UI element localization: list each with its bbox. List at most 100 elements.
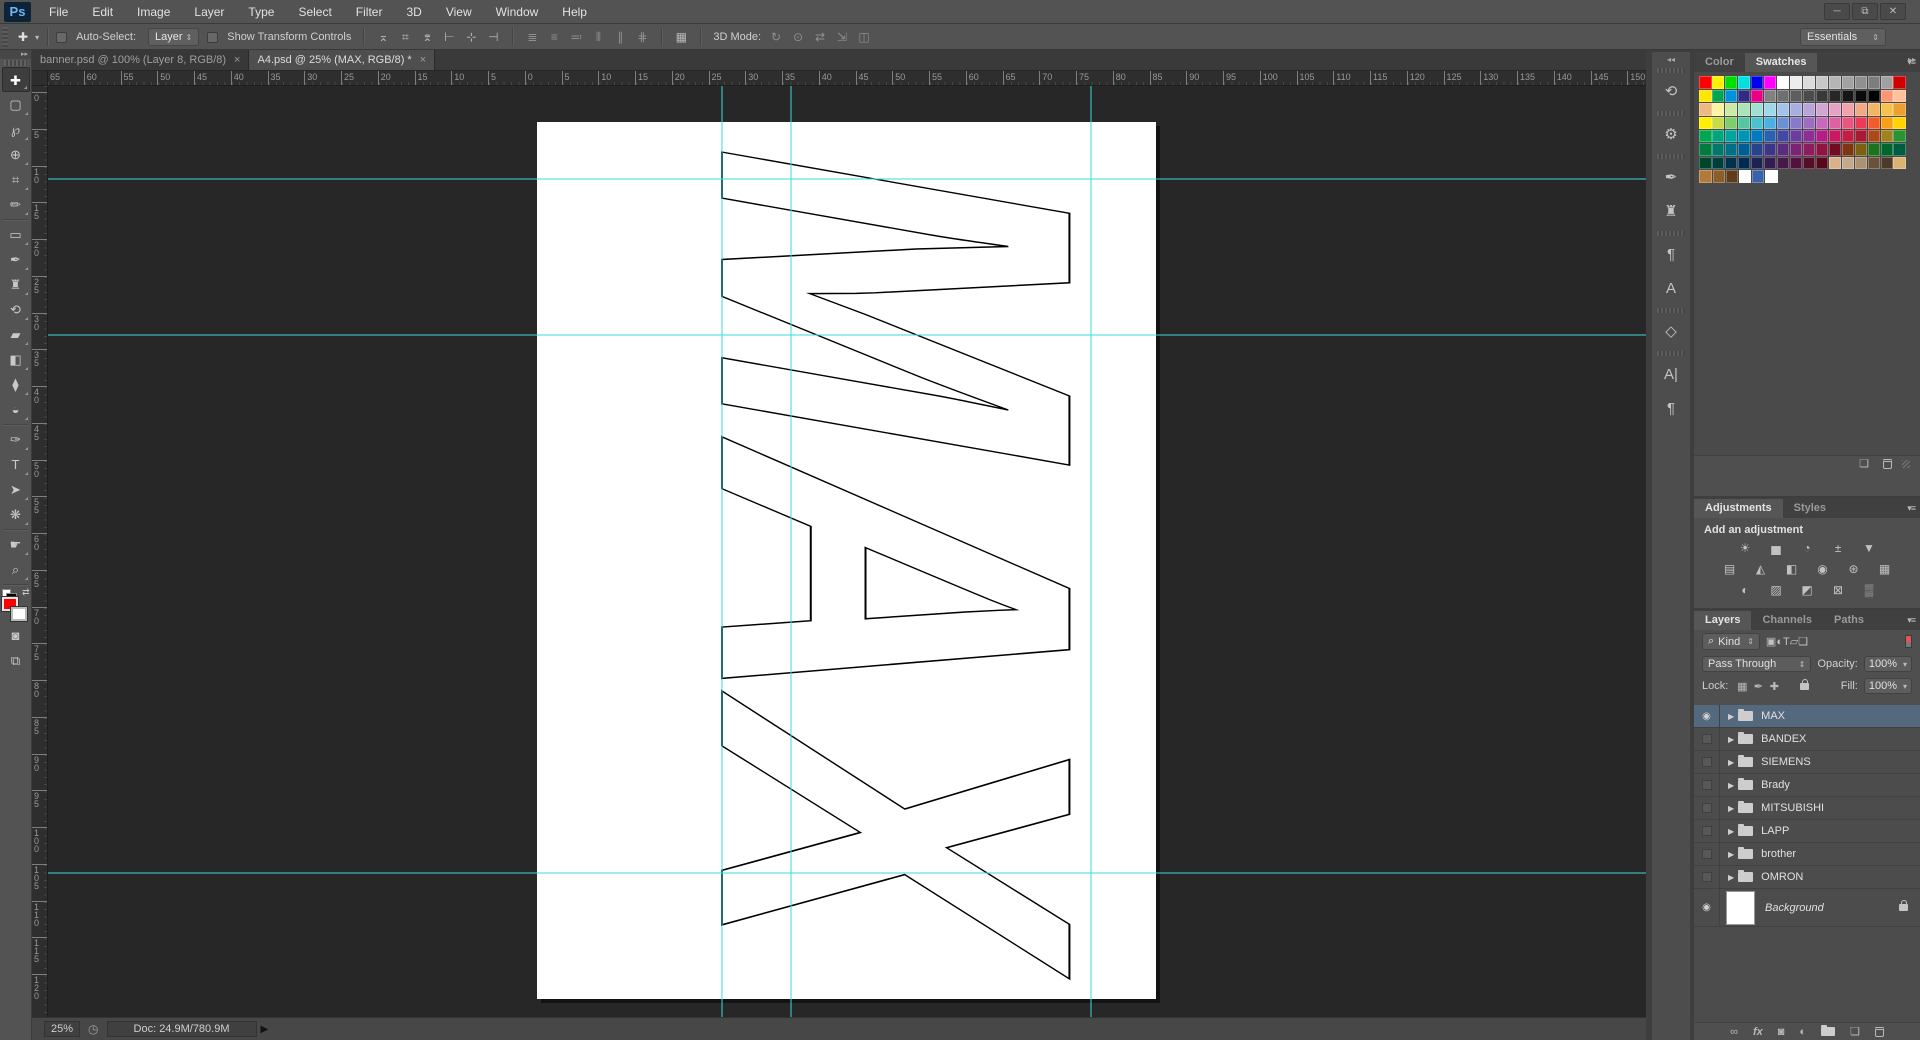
color-swatch[interactable] <box>1699 76 1712 89</box>
color-swatch[interactable] <box>1854 156 1867 170</box>
color-swatch[interactable] <box>1815 143 1828 156</box>
panel-menu-icon[interactable]: ▾≡ <box>1907 503 1916 514</box>
tool-preset-arrow-icon[interactable]: ▾ <box>35 33 39 42</box>
panel-menu-icon[interactable]: ▾≡ <box>1907 615 1916 626</box>
levels-icon[interactable]: ▅ <box>1765 540 1787 557</box>
color-swatch[interactable] <box>1751 89 1764 103</box>
color-swatch[interactable] <box>1854 143 1867 156</box>
color-swatch[interactable] <box>1725 76 1738 89</box>
color-swatch[interactable] <box>1841 129 1854 143</box>
color-swatch[interactable] <box>1751 143 1764 156</box>
pen-tool[interactable]: ✑ <box>2 427 30 452</box>
3d-rotate-icon[interactable]: ↻ <box>766 30 786 44</box>
filter-shape-icon[interactable]: ▱ <box>1790 636 1798 648</box>
filter-image-icon[interactable]: ▣ <box>1766 636 1776 648</box>
filter-type-icon[interactable]: T <box>1783 636 1790 648</box>
color-swatch[interactable] <box>1815 103 1828 116</box>
clone-source-panel-icon[interactable]: ♜ <box>1652 195 1690 229</box>
filter-adjustment-icon[interactable]: ◐ <box>1776 636 1783 648</box>
color-swatch[interactable] <box>1841 156 1854 170</box>
color-swatch[interactable] <box>1725 170 1739 183</box>
color-swatch[interactable] <box>1854 76 1867 89</box>
lock-move-icon[interactable]: ✚ <box>1766 680 1782 693</box>
zoom-level-field[interactable]: 25% <box>44 1021 81 1037</box>
disclosure-triangle-icon[interactable]: ▶ <box>1728 873 1734 882</box>
color-swatch[interactable] <box>1893 129 1906 143</box>
gradient-tool[interactable]: ◧ <box>2 347 30 372</box>
color-swatch[interactable] <box>1828 76 1841 89</box>
lock-transparent-icon[interactable]: ▦ <box>1734 680 1750 693</box>
color-swatch[interactable] <box>1815 116 1828 130</box>
color-swatch[interactable] <box>1867 76 1880 89</box>
color-swatch[interactable] <box>1789 129 1803 143</box>
color-swatch[interactable] <box>1815 76 1828 89</box>
history-panel-icon[interactable]: ⟲ <box>1652 75 1690 109</box>
horizontal-ruler[interactable]: 65 60 55 50 45 40 35 30 25 20 15 10 5 0 5 10 15 20 25 30 35 4… <box>48 71 1646 86</box>
visibility-toggle[interactable] <box>1694 751 1720 773</box>
disclosure-triangle-icon[interactable]: ▶ <box>1728 735 1734 744</box>
color-swatch[interactable] <box>1828 89 1841 103</box>
align-vertical-centers-icon[interactable]: ⌗ <box>395 30 415 45</box>
color-swatch[interactable] <box>1751 103 1764 116</box>
properties-panel-icon[interactable]: ⚙ <box>1652 118 1690 152</box>
layer-row[interactable]: ▶ brother <box>1694 843 1920 866</box>
posterize-icon[interactable]: ▨ <box>1765 582 1787 599</box>
auto-align-layers-icon[interactable]: ▦ <box>671 30 691 44</box>
color-swatch[interactable] <box>1893 103 1906 116</box>
swap-colors-icon[interactable]: ⇄ <box>22 587 30 598</box>
fill-field[interactable]: 100% ▾ <box>1863 678 1912 694</box>
tab-styles[interactable]: Styles <box>1783 499 1837 518</box>
color-swatch[interactable] <box>1777 103 1790 116</box>
new-swatch-icon[interactable]: ❏ <box>1859 457 1869 471</box>
disclosure-triangle-icon[interactable]: ▶ <box>1728 781 1734 790</box>
distribute-right-edges-icon[interactable]: ⋕ <box>632 30 652 44</box>
color-swatch[interactable] <box>1699 129 1712 143</box>
color-swatch[interactable] <box>1802 116 1816 130</box>
spot-healing-brush-tool[interactable]: ▭ <box>2 222 30 247</box>
menu-file[interactable]: File <box>37 0 80 23</box>
history-brush-tool[interactable]: ⟲ <box>2 297 30 322</box>
menu-window[interactable]: Window <box>484 0 551 23</box>
color-swatch[interactable] <box>1893 156 1906 170</box>
tab-channels[interactable]: Channels <box>1751 611 1823 630</box>
color-swatch[interactable] <box>1867 129 1880 143</box>
color-swatch[interactable] <box>1764 89 1777 103</box>
brush-tool[interactable]: ✒ <box>2 247 30 272</box>
layer-row[interactable]: ◉ Background <box>1694 889 1920 927</box>
black-white-icon[interactable]: ◧ <box>1781 561 1803 578</box>
character-panel-icon[interactable]: A| <box>1652 358 1690 392</box>
color-swatch[interactable] <box>1777 143 1790 156</box>
layer-filter-toggle[interactable] <box>1905 635 1912 648</box>
color-swatch[interactable] <box>1789 103 1803 116</box>
color-swatch[interactable] <box>1880 89 1893 103</box>
auto-select-checkbox[interactable] <box>56 31 68 43</box>
color-swatch[interactable] <box>1751 129 1764 143</box>
layer-row[interactable]: ▶ MITSUBISHI <box>1694 797 1920 820</box>
document-tab[interactable]: banner.psd @ 100% (Layer 8, RGB/8) × <box>32 50 250 70</box>
blend-mode-dropdown[interactable]: Pass Through ⇕ <box>1702 656 1812 672</box>
brightness-contrast-icon[interactable]: ☀ <box>1734 540 1756 557</box>
color-swatch[interactable] <box>1699 143 1712 156</box>
distribute-bottom-edges-icon[interactable]: ≕ <box>566 30 586 44</box>
document-tab[interactable]: A4.psd @ 25% (MAX, RGB/8) * × <box>249 50 436 70</box>
filter-smart-object-icon[interactable]: ❏ <box>1798 636 1808 648</box>
color-swatch[interactable] <box>1802 89 1816 103</box>
color-swatch[interactable] <box>1712 103 1725 116</box>
rectangular-marquee-tool[interactable]: ▢ <box>2 92 30 117</box>
disclosure-triangle-icon[interactable]: ▶ <box>1728 712 1734 721</box>
new-layer-icon[interactable]: ❏ <box>1850 1025 1860 1038</box>
color-swatch[interactable] <box>1789 89 1803 103</box>
menu-filter[interactable]: Filter <box>344 0 395 23</box>
color-swatch[interactable] <box>1699 103 1712 116</box>
menu-3d[interactable]: 3D <box>394 0 433 23</box>
color-swatch[interactable] <box>1841 89 1854 103</box>
dodge-tool[interactable]: ◒ <box>2 397 30 422</box>
menu-select[interactable]: Select <box>286 0 343 23</box>
visibility-toggle[interactable] <box>1694 774 1720 796</box>
color-swatch[interactable] <box>1867 89 1880 103</box>
color-swatch[interactable] <box>1789 143 1803 156</box>
opacity-field[interactable]: 100% ▾ <box>1863 656 1912 672</box>
color-swatch[interactable] <box>1828 103 1841 116</box>
zoom-tool[interactable]: ⌕ <box>2 557 30 582</box>
custom-shape-tool[interactable]: ❋ <box>2 502 30 527</box>
